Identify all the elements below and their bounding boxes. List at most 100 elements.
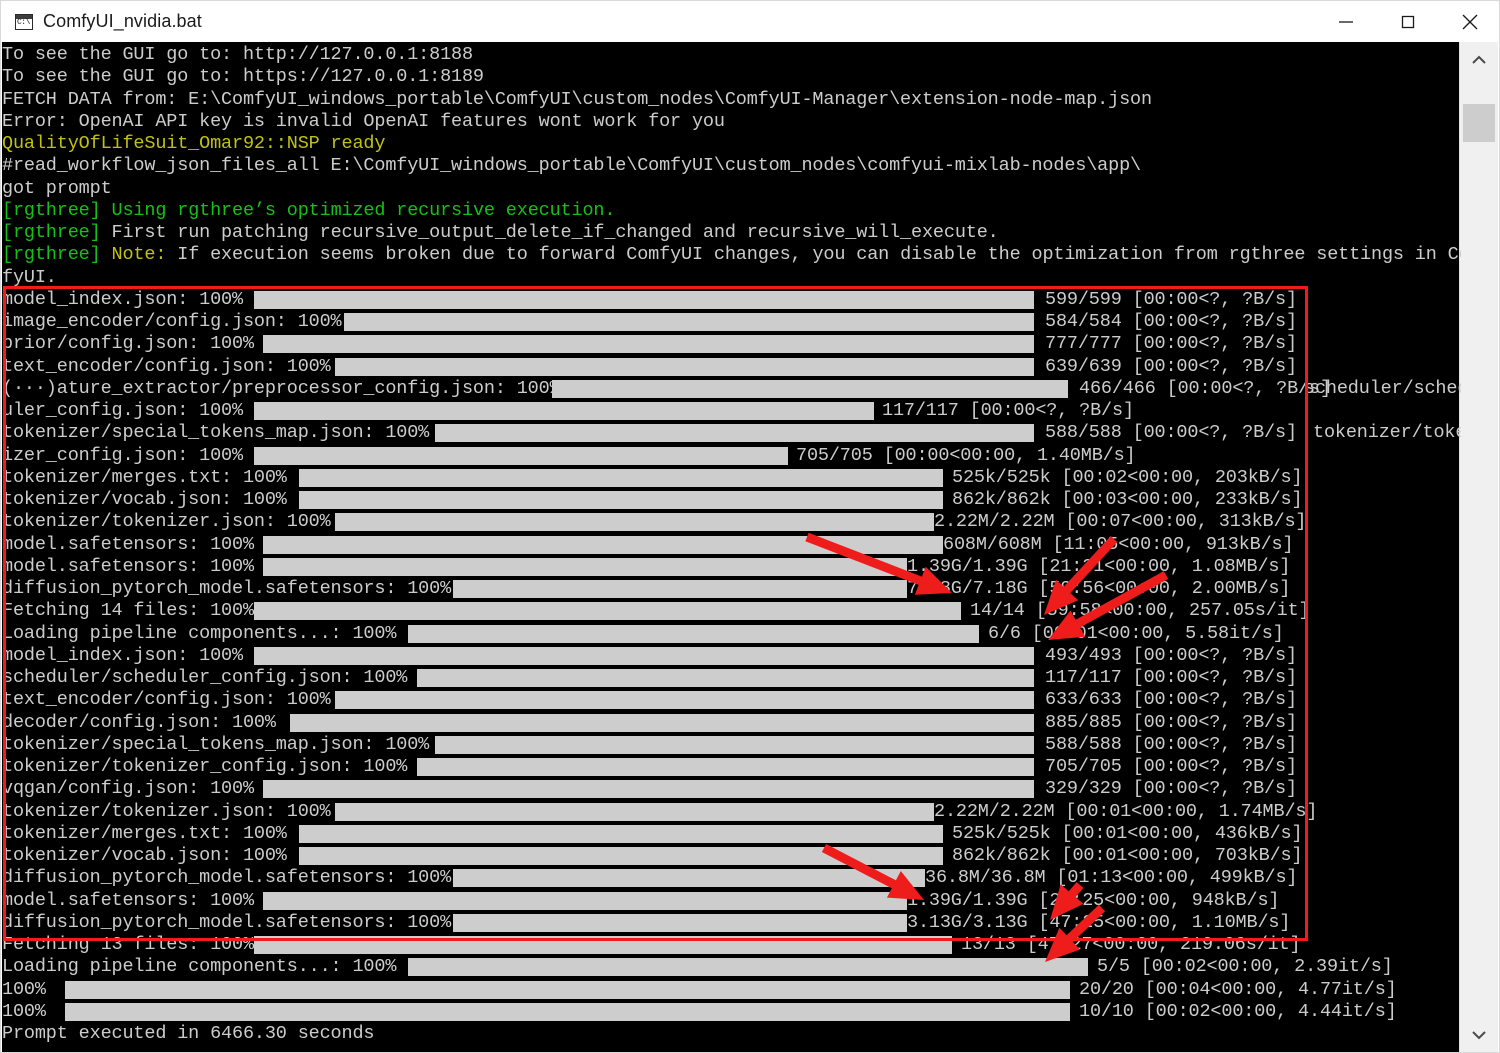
progress-stats: 2.22M/2.22M [00:07<00:00, 313kB/s] (934, 511, 1307, 533)
terminal-line-text: QualityOfLifeSuit_Omar92::NSP ready (2, 133, 386, 154)
progress-row: prior/config.json: 100% 777/777 [00:00<?,… (2, 333, 1461, 355)
progress-row: tokenizer/tokenizer.json: 100% 2.22M/2.22… (2, 511, 1461, 533)
progress-stats: 1.39G/1.39G [24:25<00:00, 948kB/s] (907, 889, 1280, 911)
progress-row: diffusion_pytorch_model.safetensors: 100… (2, 578, 1461, 600)
progress-row: 100% 20/20 [00:04<00:00, 4.77it/s] (2, 979, 1461, 1001)
progress-label: model.safetensors: 100% (2, 889, 254, 911)
progress-stats: 117/117 [00:00<?, ?B/s] (882, 400, 1134, 421)
progress-row: model_index.json: 100% 493/493 [00:00<?, … (2, 645, 1461, 667)
progress-stats: 1.39G/1.39G [21:31<00:00, 1.08MB/s] (907, 555, 1291, 577)
terminal-line-text: FETCH DATA from: E:\ComfyUI_windows_port… (2, 88, 1152, 110)
terminal-line: [rgthree] Note: If execution seems broke… (2, 244, 1461, 266)
terminal-line-text: fyUI. (2, 266, 57, 288)
progress-row: (···)ature_extractor/preprocessor_config… (2, 378, 1461, 400)
chevron-up-icon[interactable] (1460, 42, 1498, 78)
progress-stats: 885/885 [00:00<?, ?B/s] (1045, 711, 1297, 733)
progress-label: 100% (2, 978, 46, 1000)
progress-stats: 862k/862k [00:03<00:00, 233kB/s] (952, 489, 1303, 510)
progress-row: Loading pipeline components...: 100% 6/6 … (2, 623, 1461, 645)
progress-stats: 639/639 [00:00<?, ?B/s] (1045, 355, 1297, 377)
progress-label: prior/config.json: 100% (2, 333, 254, 355)
progress-row: uler_config.json: 100% 117/117 [00:00<?, … (2, 400, 1461, 422)
progress-label: model_index.json: 100% (2, 288, 243, 310)
progress-stats: 466/466 [00:00<?, ?B/s] (1079, 377, 1331, 399)
progress-bar-fill (335, 513, 934, 532)
terminal-line-text: If execution seems broken due to forward… (166, 244, 1461, 266)
progress-row: tokenizer/special_tokens_map.json: 100% 5… (2, 422, 1461, 444)
progress-bar-fill (335, 357, 1034, 376)
progress-stats: 36.8M/36.8M [01:13<00:00, 499kB/s] (925, 867, 1298, 889)
progress-bar-fill (453, 913, 907, 932)
progress-bar-fill (299, 824, 943, 843)
progress-row: tokenizer/tokenizer.json: 100% 2.22M/2.22… (2, 801, 1461, 823)
progress-bar-fill (263, 535, 943, 554)
progress-bar-fill (290, 713, 1034, 732)
progress-row: tokenizer/merges.txt: 100% 525k/525k [00:… (2, 823, 1461, 845)
progress-label: decoder/config.json: 100% (2, 711, 276, 733)
progress-bar-fill (453, 869, 925, 888)
rgthree-tag: [rgthree] (2, 222, 101, 243)
progress-stats: 777/777 [00:00<?, ?B/s] (1045, 333, 1297, 355)
progress-label: tokenizer/merges.txt: 100% (2, 466, 287, 488)
progress-stats: 6/6 [00:01<00:00, 5.58it/s] (988, 622, 1284, 644)
progress-label: model.safetensors: 100% (2, 555, 254, 577)
progress-stats: 588/588 [00:00<?, ?B/s] (1045, 422, 1297, 444)
progress-row: tokenizer/vocab.json: 100% 862k/862k [00:… (2, 845, 1461, 867)
progress-label: diffusion_pytorch_model.safetensors: 100… (2, 911, 452, 933)
progress-bar-fill (65, 1002, 1070, 1021)
progress-row: model.safetensors: 100% 608M/608M [11:05<… (2, 534, 1461, 556)
progress-row: Fetching 13 files: 100% 13/13 [47:27<00:0… (2, 934, 1461, 956)
progress-label: scheduler/scheduler_config.json: 100% (2, 667, 408, 688)
vertical-scrollbar[interactable] (1459, 42, 1498, 1052)
scrollbar-thumb[interactable] (1463, 104, 1495, 142)
console-window: ComfyUI_nvidia.bat To see the GUI go to:… (0, 0, 1500, 1053)
rgthree-tag: [rgthree] (2, 199, 101, 221)
progress-bar-fill (335, 802, 934, 821)
progress-stats: 3.13G/3.13G [47:25<00:00, 1.10MB/s] (907, 911, 1291, 933)
title-bar[interactable]: ComfyUI_nvidia.bat (1, 1, 1499, 42)
progress-bar-fill (254, 602, 961, 621)
progress-row: text_encoder/config.json: 100% 639/639 [0… (2, 356, 1461, 378)
terminal-line: To see the GUI go to: https://127.0.0.1:… (2, 66, 1461, 88)
terminal-line: [rgthree] First run patching recursive_o… (2, 222, 1461, 244)
progress-row: Fetching 14 files: 100% 14/14 [59:58<00:0… (2, 600, 1461, 622)
rgthree-tag: [rgthree] (2, 244, 101, 266)
progress-bar-fill (299, 847, 943, 865)
chevron-down-icon[interactable] (1460, 1017, 1498, 1052)
progress-bar-fill (435, 735, 1034, 754)
progress-row: model_index.json: 100% 599/599 [00:00<?, … (2, 289, 1461, 311)
progress-bar-fill (299, 468, 943, 487)
progress-bar-fill (263, 557, 907, 576)
progress-stats: 20/20 [00:04<00:00, 4.77it/s] (1079, 978, 1397, 1000)
terminal-line-text: Using rgthree’s optimized recursive exec… (100, 199, 616, 221)
progress-stats: 633/633 [00:00<?, ?B/s] (1045, 689, 1297, 711)
progress-stats: 525k/525k [00:01<00:00, 436kB/s] (952, 822, 1303, 844)
progress-bar-fill (263, 335, 1034, 354)
progress-stats: 608M/608M [11:05<00:00, 913kB/s] (943, 533, 1294, 555)
maximize-button[interactable] (1377, 1, 1439, 42)
progress-bar-fill (263, 780, 1034, 799)
progress-label: tokenizer/vocab.json: 100% (2, 489, 287, 510)
progress-row: vqgan/config.json: 100% 329/329 [00:00<?,… (2, 778, 1461, 800)
terminal-output-area[interactable]: To see the GUI go to: http://127.0.0.1:8… (2, 42, 1461, 1052)
minimize-button[interactable] (1315, 1, 1377, 42)
progress-row: Loading pipeline components...: 100% 5/5 … (2, 956, 1461, 978)
progress-bar-fill (254, 936, 952, 954)
progress-row: tokenizer/merges.txt: 100% 525k/525k [00:… (2, 467, 1461, 489)
progress-row: scheduler/scheduler_config.json: 100% 117… (2, 667, 1461, 689)
progress-label: Fetching 13 files: 100% (2, 934, 254, 955)
progress-label: image_encoder/config.json: 100% (2, 311, 342, 332)
progress-trailing-text: tokenizer/token (1313, 422, 1461, 444)
progress-stats: 705/705 [00:00<00:00, 1.40MB/s] (796, 444, 1136, 466)
progress-label: tokenizer/merges.txt: 100% (2, 822, 287, 844)
terminal-line: To see the GUI go to: http://127.0.0.1:8… (2, 44, 1461, 66)
progress-label: Fetching 14 files: 100% (2, 600, 254, 622)
terminal-line: Prompt executed in 6466.30 seconds (2, 1023, 1461, 1045)
progress-bar-fill (417, 669, 1034, 687)
progress-bar-fill (408, 958, 1088, 977)
progress-bar-fill (417, 758, 1034, 776)
window-controls (1315, 1, 1499, 42)
progress-row: tokenizer/tokenizer_config.json: 100% 705… (2, 756, 1461, 778)
progress-bar-fill (335, 691, 1034, 710)
close-button[interactable] (1439, 1, 1499, 42)
